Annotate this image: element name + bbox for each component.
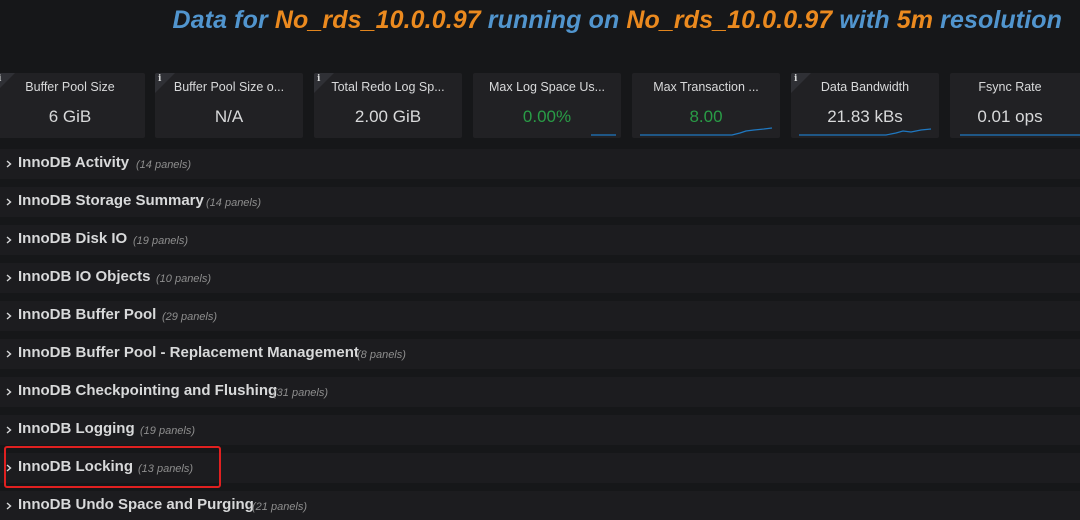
row-innodb-buffer-pool-replacement[interactable]: InnoDB Buffer Pool - Replacement Managem… <box>0 339 1080 369</box>
row-panel-count: (14 panels) <box>206 197 262 209</box>
row-panel-count: (10 panels) <box>156 273 212 285</box>
row-panel-count: (13 panels) <box>138 463 194 475</box>
row-innodb-logging[interactable]: InnoDB Logging (19 panels) <box>0 415 1080 445</box>
chevron-right-icon <box>6 388 12 396</box>
row-innodb-io-objects[interactable]: InnoDB IO Objects (10 panels) <box>0 263 1080 293</box>
dashboard-title: Data for No_rds_10.0.0.97 running on No_… <box>173 6 1062 35</box>
chevron-right-icon <box>6 236 12 244</box>
stat-title: Buffer Pool Size <box>25 80 115 94</box>
stat-panel-buffer-pool-size-of-ram[interactable]: i Buffer Pool Size o... N/A <box>155 73 303 138</box>
row-panel-count: (8 panels) <box>357 349 406 361</box>
row-title: InnoDB IO Objects <box>18 268 151 285</box>
row-panel-count: (19 panels) <box>133 235 189 247</box>
stat-value: 6 GiB <box>48 107 92 126</box>
title-resolution: 5m <box>896 6 934 34</box>
title-part: with <box>832 6 897 34</box>
row-panel-count: (29 panels) <box>162 311 218 323</box>
chevron-right-icon <box>6 350 12 358</box>
dashboard-page: Data for No_rds_10.0.0.97 running on No_… <box>0 0 1080 520</box>
title-host: No_rds_10.0.0.97 <box>626 6 833 34</box>
sparkline <box>640 127 773 136</box>
row-title: InnoDB Disk IO <box>18 230 128 247</box>
stat-panel-max-log-space-used[interactable]: Max Log Space Us... 0.00% <box>473 73 621 138</box>
dashboard-header: Data for No_rds_10.0.0.97 running on No_… <box>0 0 1080 62</box>
stat-panel-fsync-rate[interactable]: Fsync Rate 0.01 ops <box>950 73 1080 138</box>
row-innodb-locking[interactable]: InnoDB Locking (13 panels) <box>0 453 1080 483</box>
stat-value: 2.00 GiB <box>354 107 422 126</box>
row-title: InnoDB Activity <box>18 154 130 171</box>
row-title: InnoDB Buffer Pool <box>18 306 157 323</box>
row-panel-count: (31 panels) <box>273 387 329 399</box>
row-title: InnoDB Storage Summary <box>18 192 204 209</box>
chevron-right-icon <box>6 160 12 168</box>
row-innodb-storage-summary[interactable]: InnoDB Storage Summary (14 panels) <box>0 187 1080 217</box>
row-title: InnoDB Locking <box>18 458 133 475</box>
row-title: InnoDB Undo Space and Purging <box>18 496 254 513</box>
stat-title: Buffer Pool Size o... <box>173 80 285 94</box>
title-part: Data for <box>172 6 275 34</box>
chevron-right-icon <box>6 502 12 510</box>
row-panel-count: (14 panels) <box>136 159 192 171</box>
row-innodb-undo-space-purging[interactable]: InnoDB Undo Space and Purging (21 panels… <box>0 491 1080 520</box>
row-panel-count: (19 panels) <box>140 425 196 437</box>
row-title: InnoDB Logging <box>18 420 135 437</box>
stat-panel-buffer-pool-size[interactable]: i Buffer Pool Size 6 GiB <box>0 73 145 138</box>
row-innodb-activity[interactable]: InnoDB Activity (14 panels) <box>0 149 1080 179</box>
stat-panel-max-transaction[interactable]: Max Transaction ... 8.00 <box>632 73 780 138</box>
stat-title: Max Log Space Us... <box>488 80 606 94</box>
stat-title: Total Redo Log Sp... <box>331 80 445 94</box>
row-innodb-checkpointing-flushing[interactable]: InnoDB Checkpointing and Flushing (31 pa… <box>0 377 1080 407</box>
chevron-right-icon <box>6 198 12 206</box>
sparkline <box>960 134 1080 136</box>
row-panel-count: (21 panels) <box>252 501 308 513</box>
chevron-right-icon <box>6 426 12 434</box>
row-title: InnoDB Buffer Pool - Replacement Managem… <box>18 344 359 361</box>
sparkline <box>591 134 616 136</box>
stat-panel-total-redo-log-space[interactable]: i Total Redo Log Sp... 2.00 GiB <box>314 73 462 138</box>
stat-panel-data-bandwidth[interactable]: i Data Bandwidth 21.83 kBs <box>791 73 939 138</box>
stat-value: N/A <box>214 107 244 126</box>
stat-title: Fsync Rate <box>978 80 1042 94</box>
sparkline <box>799 128 932 136</box>
title-part: running on <box>480 6 627 34</box>
title-host: No_rds_10.0.0.97 <box>274 6 481 34</box>
chevron-right-icon <box>6 274 12 282</box>
title-part: resolution <box>933 6 1062 34</box>
row-title: InnoDB Checkpointing and Flushing <box>18 382 278 399</box>
stat-title: Max Transaction ... <box>653 80 759 94</box>
row-innodb-buffer-pool[interactable]: InnoDB Buffer Pool (29 panels) <box>0 301 1080 331</box>
stat-title: Data Bandwidth <box>820 80 910 94</box>
chevron-right-icon <box>6 312 12 320</box>
chevron-right-icon <box>6 464 12 472</box>
row-innodb-disk-io[interactable]: InnoDB Disk IO (19 panels) <box>0 225 1080 255</box>
